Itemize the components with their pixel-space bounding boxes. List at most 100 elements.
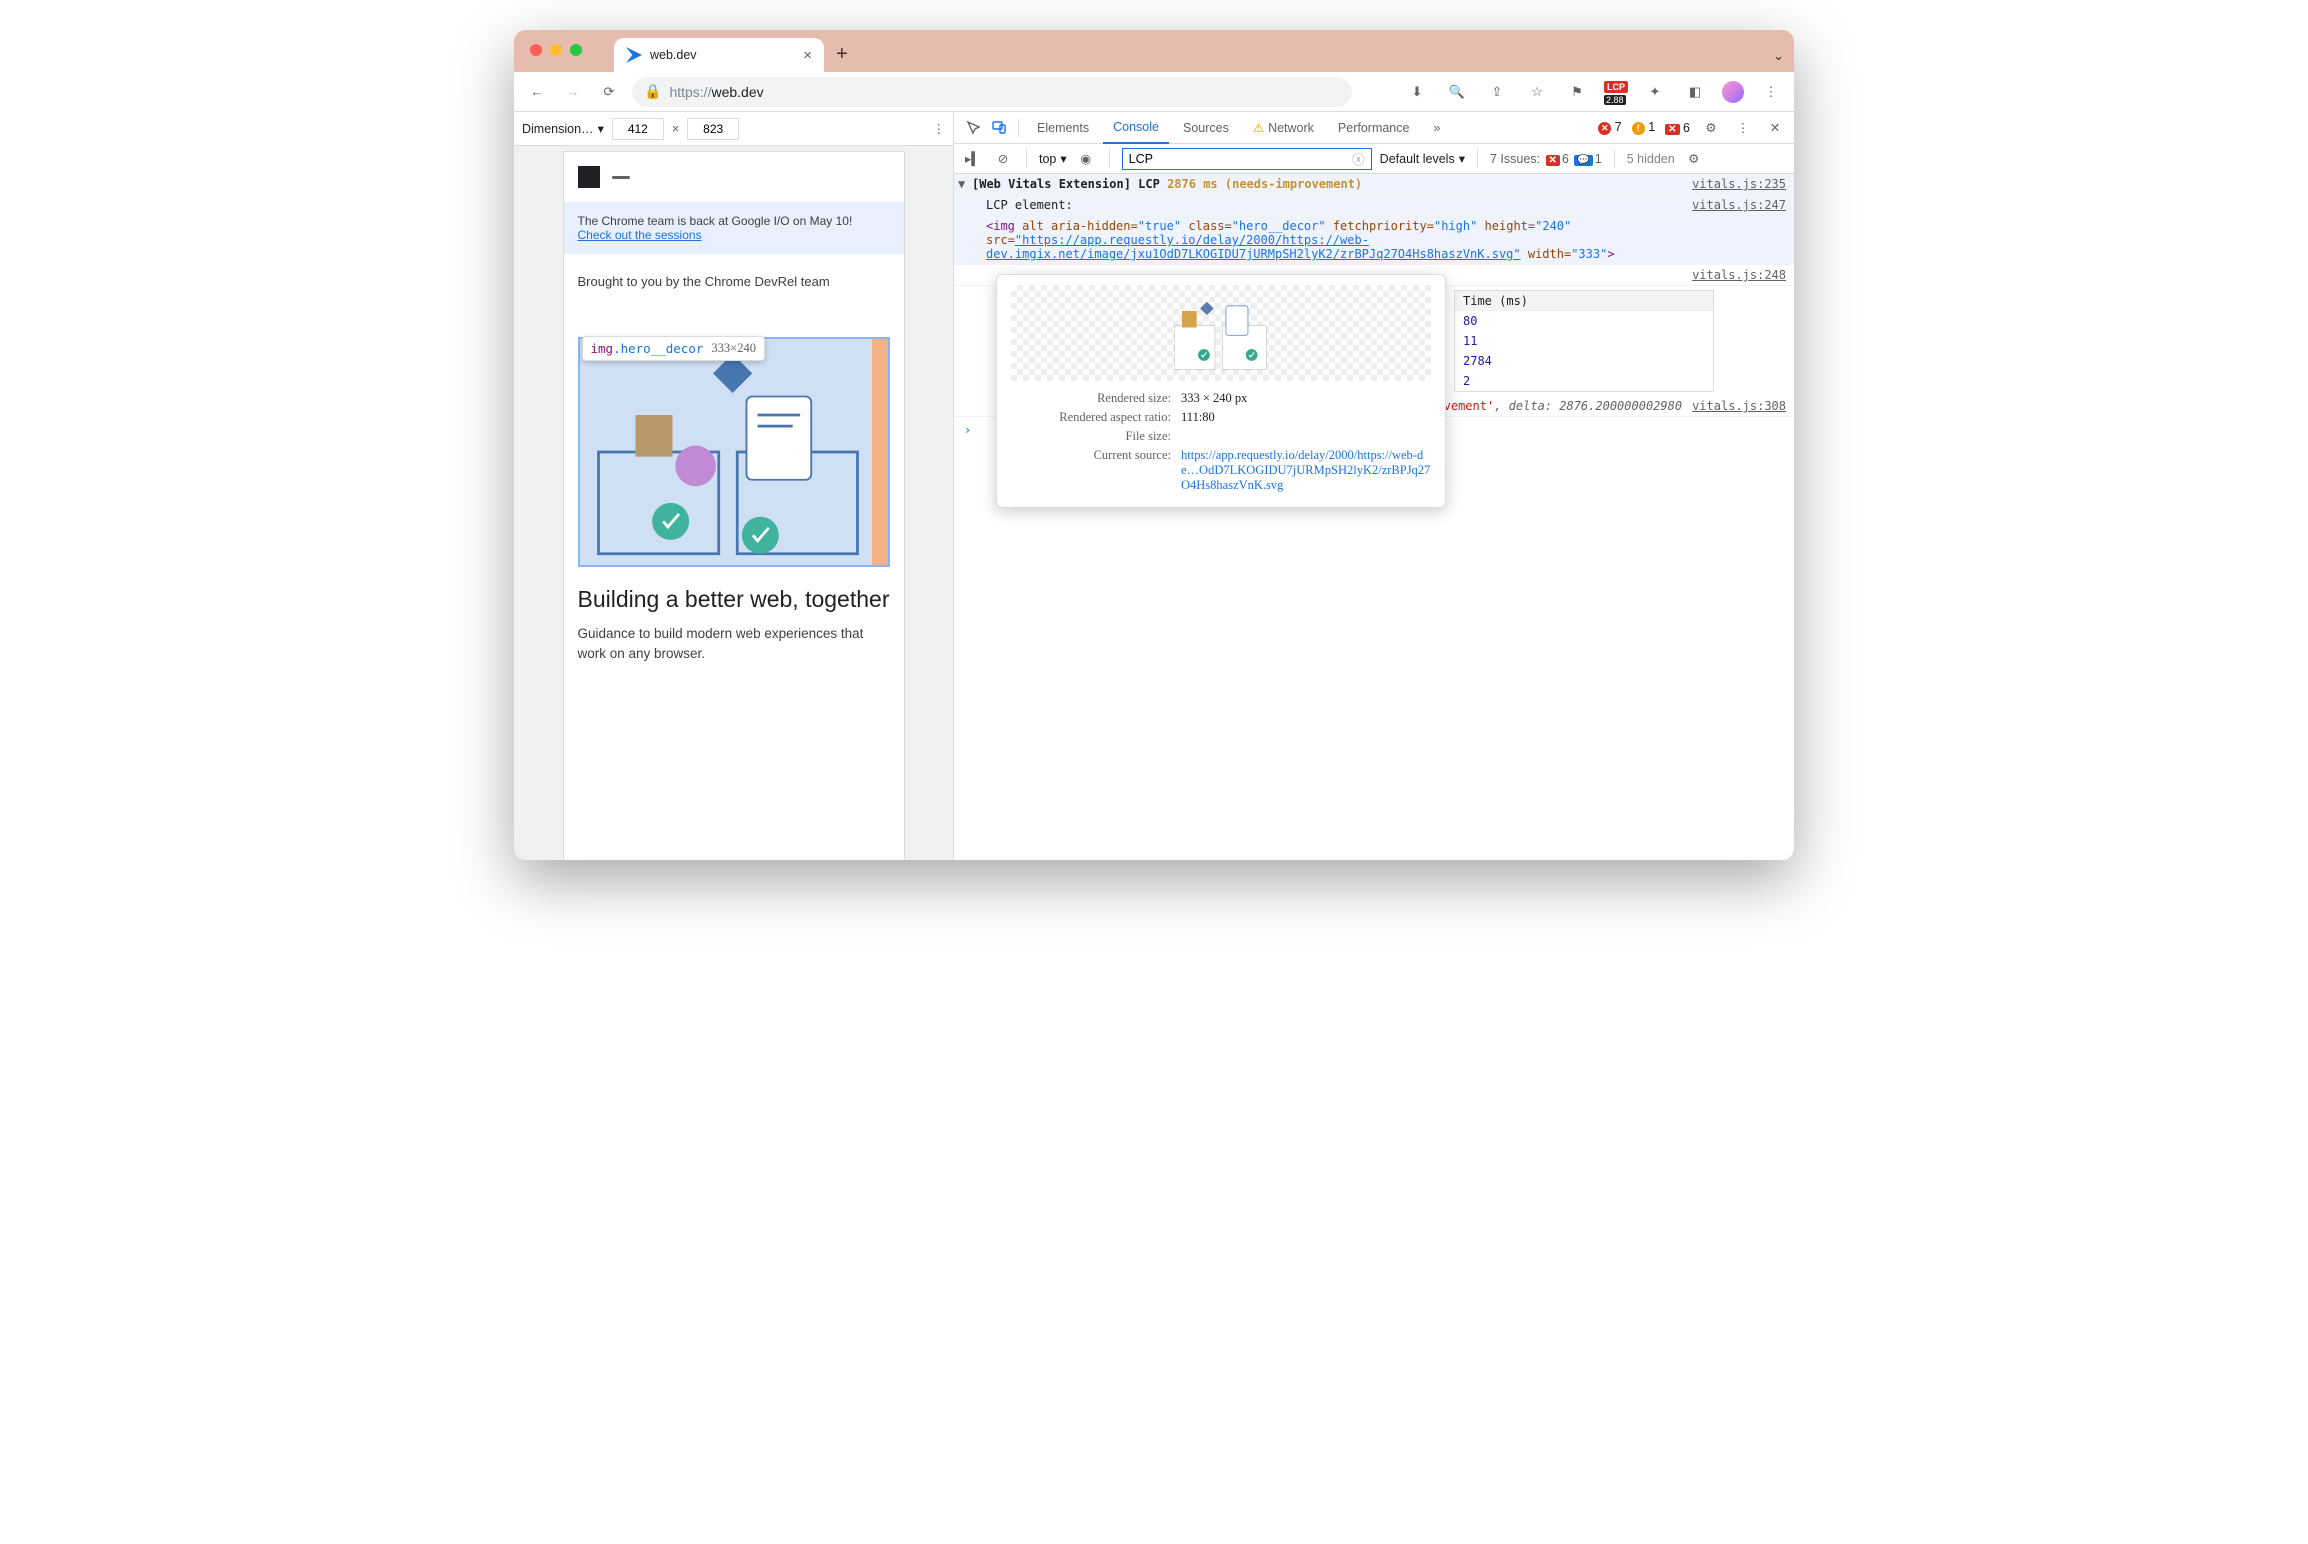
back-button[interactable]: ←: [524, 79, 550, 105]
extensions-icon[interactable]: ✦: [1642, 79, 1668, 105]
table-cell: 2784: [1455, 351, 1713, 371]
sidepanel-icon[interactable]: ◧: [1682, 79, 1708, 105]
window-controls: [530, 44, 582, 56]
clear-filter-icon[interactable]: ⓧ: [1352, 149, 1365, 168]
hero-illustration-icon: [580, 339, 888, 565]
error-count[interactable]: ✕ 7: [1598, 120, 1621, 135]
issues-summary[interactable]: 7 Issues: ✕6 💬1: [1490, 152, 1602, 166]
emulated-viewport: The Chrome team is back at Google I/O on…: [514, 146, 953, 860]
dimensions-bar: Dimension…▾ × ⋮: [514, 112, 953, 146]
source-link[interactable]: vitals.js:308: [1682, 399, 1786, 413]
table-cell: 80: [1455, 311, 1713, 331]
popover-label: Rendered size:: [1011, 391, 1181, 406]
tab-elements[interactable]: Elements: [1027, 112, 1099, 144]
warning-count[interactable]: ! 1: [1632, 120, 1655, 135]
browser-tab[interactable]: web.dev ×: [614, 38, 824, 72]
popover-label: Rendered aspect ratio:: [1011, 410, 1181, 425]
source-link[interactable]: vitals.js:247: [1682, 198, 1786, 212]
tab-console[interactable]: Console: [1103, 112, 1169, 144]
hidden-count[interactable]: 5 hidden: [1627, 152, 1675, 166]
tab-sources[interactable]: Sources: [1173, 112, 1239, 144]
tabs-overflow-button[interactable]: »: [1423, 112, 1450, 144]
live-expression-icon[interactable]: ◉: [1075, 148, 1097, 170]
height-input[interactable]: [687, 118, 739, 140]
element-inspect-tooltip: img.hero__decor 333×240: [582, 336, 765, 361]
source-link[interactable]: vitals.js:235: [1682, 177, 1786, 191]
dimensions-select[interactable]: Dimension…▾: [522, 121, 604, 136]
hero-image[interactable]: [578, 337, 890, 567]
flag-icon[interactable]: ⚑: [1564, 79, 1590, 105]
page-subtext: Guidance to build modern web experiences…: [564, 614, 904, 665]
site-logo-icon[interactable]: [578, 166, 600, 188]
profile-avatar[interactable]: [1722, 81, 1744, 103]
devtools-menu-button[interactable]: ⋮: [1732, 117, 1754, 139]
browser-window: web.dev × + ⌄ ← → ⟳ 🔒 https://web.dev ⬇ …: [514, 30, 1794, 860]
clear-console-icon[interactable]: ⊘: [992, 148, 1014, 170]
minimize-window-button[interactable]: [550, 44, 562, 56]
width-input[interactable]: [612, 118, 664, 140]
page-headline: Building a better web, together: [564, 567, 904, 614]
close-tab-button[interactable]: ×: [803, 47, 812, 64]
image-hover-popover: Rendered size:333 × 240 px Rendered aspe…: [996, 274, 1446, 508]
close-devtools-button[interactable]: ✕: [1764, 117, 1786, 139]
page-header: [564, 152, 904, 202]
console-output: ▼ [Web Vitals Extension] LCP 2876 ms (ne…: [954, 174, 1794, 860]
popover-thumbnail: [1011, 285, 1431, 381]
popover-value: 333 × 240 px: [1181, 391, 1431, 406]
kicker-text: Brought to you by the Chrome DevRel team: [564, 254, 904, 289]
tab-network[interactable]: ⚠Network: [1243, 112, 1324, 144]
zoom-icon[interactable]: 🔍: [1444, 79, 1470, 105]
log-text: LCP element:: [972, 198, 1682, 212]
lock-icon: 🔒: [644, 83, 661, 100]
devtools-tabstrip: Elements Console Sources ⚠Network Perfor…: [954, 112, 1794, 144]
bookmark-icon[interactable]: ☆: [1524, 79, 1550, 105]
source-link[interactable]: vitals.js:248: [1682, 268, 1786, 282]
new-tab-button[interactable]: +: [836, 43, 848, 66]
console-row[interactable]: <img alt aria-hidden="true" class="hero_…: [954, 216, 1794, 265]
device-mode-panel: Dimension…▾ × ⋮ The Chrome team is back …: [514, 112, 954, 860]
dimensions-label: Dimension…: [522, 122, 594, 136]
popover-value: 111:80: [1181, 410, 1431, 425]
tab-performance[interactable]: Performance: [1328, 112, 1420, 144]
favicon-icon: [626, 47, 642, 63]
fullscreen-window-button[interactable]: [570, 44, 582, 56]
table-cell: 2: [1455, 371, 1713, 391]
blocked-count[interactable]: ✕ 6: [1665, 121, 1690, 135]
popover-value: [1181, 429, 1431, 444]
install-app-icon[interactable]: ⬇: [1404, 79, 1430, 105]
context-selector[interactable]: top ▾: [1039, 151, 1067, 166]
inspect-element-icon[interactable]: [962, 117, 984, 139]
menu-icon[interactable]: [612, 176, 630, 179]
address-bar[interactable]: 🔒 https://web.dev: [632, 77, 1352, 107]
popover-source-link[interactable]: https://app.requestly.io/delay/2000/http…: [1181, 448, 1431, 493]
lcp-extension-badge[interactable]: LCP 2.88: [1604, 79, 1628, 105]
browser-toolbar: ← → ⟳ 🔒 https://web.dev ⬇ 🔍 ⇪ ☆ ⚑ LCP 2.…: [514, 72, 1794, 112]
url-host: web.dev: [711, 84, 763, 100]
popover-label: Current source:: [1011, 448, 1181, 493]
close-window-button[interactable]: [530, 44, 542, 56]
tab-title: web.dev: [650, 48, 795, 62]
table-header: Time (ms): [1455, 291, 1713, 311]
menu-button[interactable]: ⋮: [1758, 79, 1784, 105]
console-sidebar-toggle-icon[interactable]: ▸▍: [962, 148, 984, 170]
console-row[interactable]: ▼ [Web Vitals Extension] LCP 2876 ms (ne…: [954, 174, 1794, 195]
forward-button[interactable]: →: [560, 79, 586, 105]
settings-icon[interactable]: ⚙: [1700, 117, 1722, 139]
reload-button[interactable]: ⟳: [596, 79, 622, 105]
banner-link[interactable]: Check out the sessions: [578, 228, 702, 242]
devtools-panel: Elements Console Sources ⚠Network Perfor…: [954, 112, 1794, 860]
dimension-separator: ×: [672, 122, 679, 136]
console-row[interactable]: LCP element: vitals.js:247: [954, 195, 1794, 216]
filter-text[interactable]: [1129, 152, 1352, 166]
share-icon[interactable]: ⇪: [1484, 79, 1510, 105]
tabs-menu-button[interactable]: ⌄: [1773, 48, 1784, 64]
banner-text: The Chrome team is back at Google I/O on…: [578, 214, 853, 228]
console-filter-input[interactable]: ⓧ: [1122, 148, 1372, 170]
device-options-button[interactable]: ⋮: [933, 121, 946, 136]
device-toggle-icon[interactable]: [988, 117, 1010, 139]
toolbar-right: ⬇ 🔍 ⇪ ☆ ⚑ LCP 2.88 ✦ ◧ ⋮: [1404, 79, 1784, 105]
titlebar: web.dev × + ⌄: [514, 30, 1794, 72]
console-toolbar: ▸▍ ⊘ top ▾ ◉ ⓧ Default levels ▾ 7 Issues…: [954, 144, 1794, 174]
log-levels-select[interactable]: Default levels ▾: [1380, 151, 1465, 166]
console-settings-icon[interactable]: ⚙: [1683, 148, 1705, 170]
